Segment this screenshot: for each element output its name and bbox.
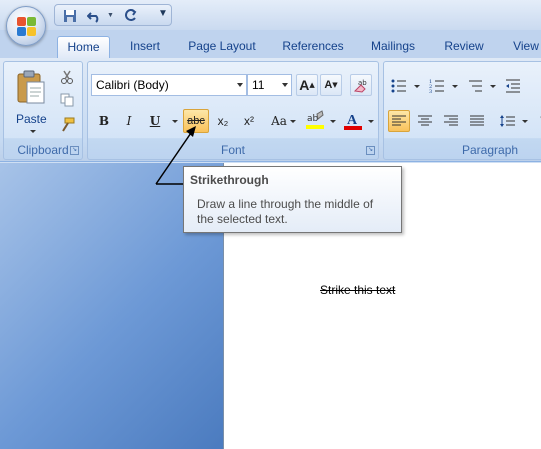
paste-button[interactable]: Paste [9, 67, 53, 137]
tab-page-layout[interactable]: Page Layout [182, 36, 262, 59]
font-name-combo[interactable]: Calibri (Body) [91, 74, 247, 96]
line-spacing-dropdown-icon[interactable] [522, 120, 528, 123]
document-text[interactable]: Strike this text [320, 283, 395, 297]
tab-view[interactable]: View [506, 36, 541, 59]
tab-mailings[interactable]: Mailings [364, 36, 422, 59]
redo-icon [125, 9, 137, 21]
italic-button[interactable]: I [118, 110, 140, 132]
font-size-value: 11 [252, 78, 265, 92]
paragraph-group-label: Paragraph [462, 143, 519, 157]
numbering-dropdown-icon[interactable] [452, 85, 458, 88]
clear-formatting-icon: ab [353, 79, 367, 93]
align-center-icon [418, 115, 432, 126]
font-color-icon: A [344, 113, 362, 130]
highlight-button[interactable]: ab [302, 108, 328, 134]
justify-icon [470, 115, 484, 126]
save-button[interactable] [61, 7, 79, 25]
font-size-combo[interactable]: 11 [247, 74, 292, 96]
line-spacing-icon [500, 115, 515, 127]
strikethrough-button[interactable]: abc [183, 109, 209, 133]
scissors-icon [61, 70, 73, 84]
font-group-label: Font [220, 143, 245, 157]
change-case-button[interactable]: Aa [266, 110, 292, 132]
subscript-button[interactable]: x₂ [212, 110, 234, 132]
highlight-dropdown-icon[interactable] [330, 120, 336, 123]
numbering-icon: 123 [429, 79, 444, 93]
copy-icon [60, 93, 74, 107]
grow-font-icon: A [299, 77, 310, 93]
font-color-button[interactable]: A [340, 108, 366, 134]
redo-button[interactable] [121, 7, 139, 25]
strikethrough-tooltip: Strikethrough Draw a line through the mi… [183, 166, 402, 233]
clipboard-launcher-icon[interactable]: ↘ [70, 146, 79, 155]
multilevel-list-icon [469, 80, 482, 92]
paste-icon [17, 70, 45, 104]
title-bar: ▼ ▼ [0, 0, 541, 30]
bullets-icon [391, 79, 406, 93]
line-spacing-button[interactable] [496, 110, 518, 132]
decrease-indent-button[interactable] [502, 75, 524, 97]
font-name-dropdown-icon[interactable] [237, 83, 243, 87]
clipboard-group: Paste Clipboard ↘ [3, 61, 83, 160]
svg-text:A: A [347, 113, 358, 128]
office-logo-icon [17, 17, 37, 37]
highlighter-icon: ab [306, 110, 324, 129]
tooltip-description: Draw a line through the middle of the se… [197, 197, 374, 226]
tab-insert[interactable]: Insert [122, 36, 168, 59]
format-painter-button[interactable] [56, 114, 78, 136]
grow-font-button[interactable]: A ▲ [296, 74, 318, 96]
office-button[interactable] [6, 6, 46, 46]
numbering-button[interactable]: 123 [426, 75, 448, 97]
underline-dropdown-icon[interactable] [172, 120, 178, 123]
undo-button[interactable] [85, 7, 103, 25]
paste-label: Paste [16, 112, 47, 126]
multilevel-list-button[interactable] [464, 75, 486, 97]
svg-text:ab: ab [307, 114, 319, 124]
font-color-dropdown-icon[interactable] [368, 120, 374, 123]
svg-text:3: 3 [429, 89, 432, 93]
underline-button[interactable]: U [144, 110, 166, 132]
bold-button[interactable]: B [93, 110, 115, 132]
bullets-dropdown-icon[interactable] [414, 85, 420, 88]
format-painter-icon [62, 117, 75, 132]
align-right-icon [444, 115, 458, 126]
tab-review[interactable]: Review [436, 36, 492, 59]
undo-icon [87, 12, 99, 23]
shrink-font-icon: A [324, 79, 333, 91]
paste-dropdown-icon [30, 130, 36, 133]
undo-dropdown-icon[interactable]: ▼ [107, 12, 114, 19]
shading-button[interactable] [534, 110, 541, 132]
customize-qat-icon[interactable]: ▼ [158, 8, 168, 19]
tooltip-title: Strikethrough [190, 173, 269, 187]
superscript-button[interactable]: x² [238, 110, 260, 132]
ribbon-tabs: Home Insert Page Layout References Maili… [0, 30, 541, 59]
save-icon [64, 10, 76, 22]
shrink-font-button[interactable]: A ▼ [320, 74, 342, 96]
font-group: Calibri (Body) 11 A ▲ A ▼ ab B I U abc x₂ … [87, 61, 379, 160]
font-name-value: Calibri (Body) [96, 78, 169, 92]
align-right-button[interactable] [440, 110, 462, 132]
align-center-button[interactable] [414, 110, 436, 132]
font-size-dropdown-icon[interactable] [282, 83, 288, 87]
svg-text:ab: ab [358, 79, 367, 87]
tab-references[interactable]: References [276, 36, 350, 59]
justify-button[interactable] [466, 110, 488, 132]
change-case-dropdown-icon[interactable] [290, 120, 296, 123]
tab-home[interactable]: Home [57, 36, 110, 59]
cut-button[interactable] [56, 66, 78, 88]
font-launcher-icon[interactable]: ↘ [366, 146, 375, 155]
quick-access-toolbar: ▼ [54, 4, 172, 26]
decrease-indent-icon [506, 79, 520, 93]
align-left-button[interactable] [388, 110, 410, 132]
multilevel-dropdown-icon[interactable] [490, 85, 496, 88]
copy-button[interactable] [56, 89, 78, 111]
bullets-button[interactable] [388, 75, 410, 97]
align-left-icon [392, 115, 406, 126]
clear-formatting-button[interactable]: ab [350, 74, 372, 96]
ribbon: Paste Clipboard ↘ Calibri (Body) 11 A ▲ A… [0, 58, 541, 162]
paragraph-group: 123 Paragraph [383, 61, 541, 160]
